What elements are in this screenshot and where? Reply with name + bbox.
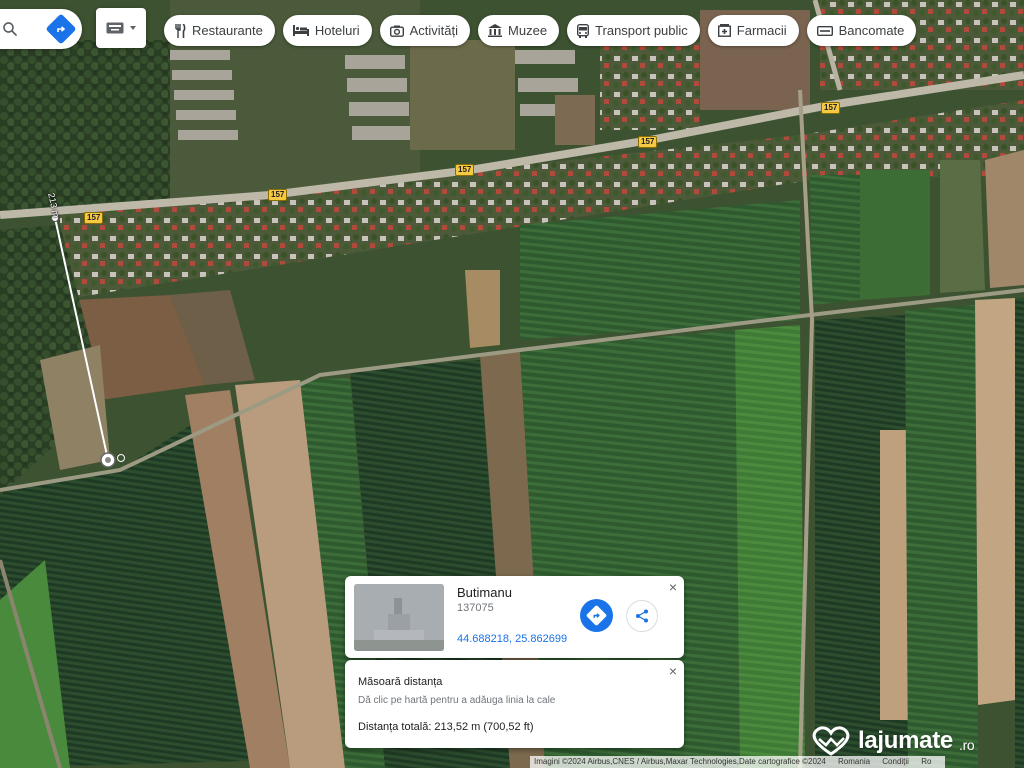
chip-museums[interactable]: Muzee xyxy=(478,15,560,46)
chip-activities[interactable]: Activități xyxy=(379,15,471,46)
bed-icon xyxy=(292,25,309,36)
measure-distance-card: Măsoară distanța Dă clic pe hartă pentru… xyxy=(345,660,684,748)
measure-title: Măsoară distanța xyxy=(358,676,443,688)
place-card[interactable]: Butimanu 137075 44.688218, 25.862699 × xyxy=(345,576,684,658)
chip-label: Restaurante xyxy=(192,23,263,38)
share-button[interactable] xyxy=(626,600,658,632)
chip-transit[interactable]: Transport public xyxy=(567,15,700,46)
share-icon xyxy=(636,609,648,623)
search-icon[interactable] xyxy=(0,17,22,41)
camera-icon xyxy=(389,25,404,37)
chip-atms[interactable]: Bancomate xyxy=(806,15,917,46)
close-icon[interactable]: × xyxy=(669,664,677,678)
route-shield: 157 xyxy=(638,136,658,148)
directions-icon xyxy=(585,604,608,627)
route-shield: 157 xyxy=(821,102,841,114)
heart-logo-icon xyxy=(812,726,850,756)
fork-knife-icon xyxy=(175,23,186,38)
close-icon[interactable]: × xyxy=(669,580,677,594)
brand-name: lajumate xyxy=(858,727,953,754)
route-shield: 157 xyxy=(84,212,104,224)
directions-icon[interactable] xyxy=(45,13,77,45)
privacy-link[interactable]: Ro xyxy=(921,757,931,766)
chip-hotels[interactable]: Hoteluri xyxy=(282,15,372,46)
layers-button[interactable] xyxy=(96,8,146,48)
chip-label: Farmacii xyxy=(736,23,787,38)
brand-tld: .ro xyxy=(958,737,975,753)
place-thumbnail[interactable] xyxy=(354,584,444,651)
brand-watermark: lajumate .ro xyxy=(810,726,975,756)
country-label[interactable]: Romania xyxy=(838,757,870,766)
chip-label: Bancomate xyxy=(838,23,905,38)
place-coordinates[interactable]: 44.688218, 25.862699 xyxy=(457,633,567,645)
chip-label: Activități xyxy=(409,23,459,38)
bus-icon xyxy=(577,23,590,38)
chip-pharmacies[interactable]: Farmacii xyxy=(707,15,799,46)
atm-icon xyxy=(816,25,833,36)
route-shield: 157 xyxy=(455,164,475,176)
directions-button[interactable] xyxy=(580,599,613,632)
chevron-down-icon xyxy=(130,26,136,30)
chip-label: Muzee xyxy=(508,23,548,38)
chip-restaurants[interactable]: Restaurante xyxy=(164,15,275,46)
measure-total-distance: Distanța totală: 213,52 m (700,52 ft) xyxy=(358,721,534,733)
keyboard-icon xyxy=(106,22,124,34)
place-postal-code: 137075 xyxy=(457,602,494,614)
route-shield: 157 xyxy=(268,189,288,201)
museum-icon xyxy=(488,24,503,37)
chip-label: Transport public xyxy=(595,23,688,38)
terms-link[interactable]: Condiții xyxy=(882,757,909,766)
measure-hint: Dă clic pe hartă pentru a adăuga linia l… xyxy=(358,695,556,706)
map-attribution: Imagini ©2024 Airbus,CNES / Airbus,Maxar… xyxy=(530,756,946,768)
imagery-credit[interactable]: Imagini ©2024 Airbus,CNES / Airbus,Maxar… xyxy=(534,757,826,766)
search-box[interactable] xyxy=(0,9,82,49)
chip-label: Hoteluri xyxy=(314,23,360,38)
place-name: Butimanu xyxy=(457,585,512,600)
category-chips: Restaurante Hoteluri Activități Muzee Tr… xyxy=(164,15,917,46)
pharmacy-icon xyxy=(717,24,731,37)
